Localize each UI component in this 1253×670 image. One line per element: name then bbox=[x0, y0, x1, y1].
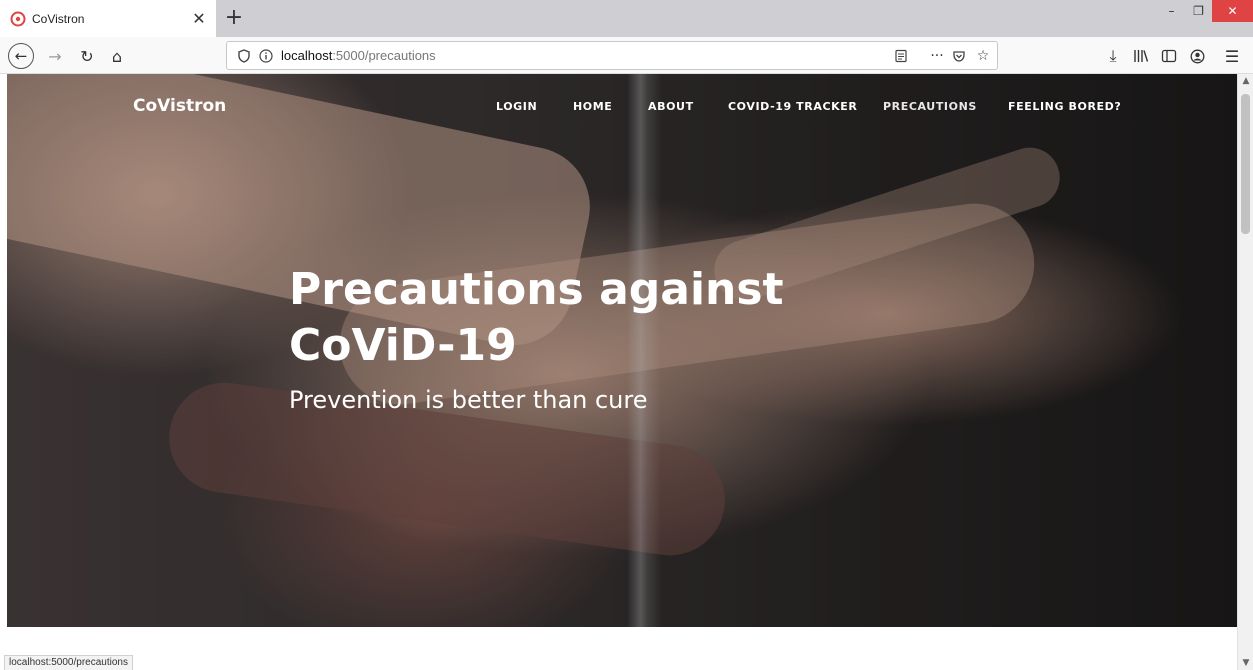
shield-icon[interactable] bbox=[235, 47, 253, 65]
url-text[interactable]: localhost:5000/precautions bbox=[281, 48, 436, 63]
minimize-icon[interactable]: – bbox=[1158, 0, 1185, 22]
page-viewport: CoVistron LOGIN HOME ABOUT COVID-19 TRAC… bbox=[0, 74, 1237, 670]
forward-icon[interactable]: → bbox=[42, 43, 68, 69]
url-host: localhost bbox=[281, 48, 333, 63]
close-tab-icon[interactable]: ✕ bbox=[190, 9, 208, 28]
library-icon[interactable] bbox=[1128, 43, 1154, 69]
scroll-up-icon[interactable]: ▲ bbox=[1238, 74, 1253, 88]
browser-tab[interactable]: CoVistron ✕ bbox=[0, 0, 216, 37]
hero-title: Precautions against CoViD-19 bbox=[289, 262, 1009, 374]
scroll-down-icon[interactable]: ▼ bbox=[1238, 656, 1253, 670]
address-bar[interactable]: localhost:5000/precautions ··· ☆ bbox=[226, 41, 998, 70]
nav-about[interactable]: ABOUT bbox=[648, 100, 694, 113]
back-icon[interactable]: ← bbox=[8, 43, 34, 69]
navigation-toolbar: ← → ↻ ⌂ localhost:5000/precautions ··· ☆… bbox=[0, 37, 1253, 74]
site-nav: LOGIN HOME ABOUT COVID-19 TRACKER PRECAU… bbox=[7, 100, 1237, 120]
page-scrollbar[interactable]: ▲ ▼ bbox=[1237, 74, 1253, 670]
home-icon[interactable]: ⌂ bbox=[104, 43, 130, 69]
sidebar-icon[interactable] bbox=[1156, 43, 1182, 69]
hero-title-line2: CoViD-19 bbox=[289, 320, 517, 371]
more-actions-icon[interactable]: ··· bbox=[927, 46, 947, 66]
menu-icon[interactable]: ☰ bbox=[1219, 43, 1245, 69]
new-tab-button[interactable]: + bbox=[220, 3, 248, 31]
reader-view-icon[interactable] bbox=[891, 46, 911, 66]
hero-banner: CoVistron LOGIN HOME ABOUT COVID-19 TRAC… bbox=[7, 74, 1237, 627]
tab-strip: CoVistron ✕ + – ❐ ✕ bbox=[0, 0, 1253, 37]
close-window-icon[interactable]: ✕ bbox=[1212, 0, 1253, 22]
bookmark-star-icon[interactable]: ☆ bbox=[973, 46, 993, 66]
status-url: localhost:5000/precautions bbox=[4, 655, 133, 670]
nav-precautions[interactable]: PRECAUTIONS bbox=[883, 100, 977, 113]
reload-icon[interactable]: ↻ bbox=[74, 43, 100, 69]
nav-feeling-bored[interactable]: FEELING BORED? bbox=[1008, 100, 1121, 113]
restore-icon[interactable]: ❐ bbox=[1185, 0, 1212, 22]
scroll-thumb[interactable] bbox=[1241, 94, 1250, 234]
account-icon[interactable] bbox=[1184, 43, 1210, 69]
nav-home[interactable]: HOME bbox=[573, 100, 612, 113]
site-favicon-icon bbox=[10, 11, 26, 27]
window-controls: – ❐ ✕ bbox=[1158, 0, 1253, 22]
nav-login[interactable]: LOGIN bbox=[496, 100, 537, 113]
info-icon[interactable] bbox=[257, 47, 275, 65]
hero-title-line1: Precautions against bbox=[289, 264, 784, 315]
nav-covid-tracker[interactable]: COVID-19 TRACKER bbox=[728, 100, 857, 113]
tab-title: CoVistron bbox=[32, 11, 85, 26]
hero-subtitle: Prevention is better than cure bbox=[289, 386, 648, 414]
pocket-icon[interactable] bbox=[949, 46, 969, 66]
download-icon[interactable]: ⤓ bbox=[1100, 43, 1126, 69]
url-path: :5000/precautions bbox=[332, 48, 436, 63]
